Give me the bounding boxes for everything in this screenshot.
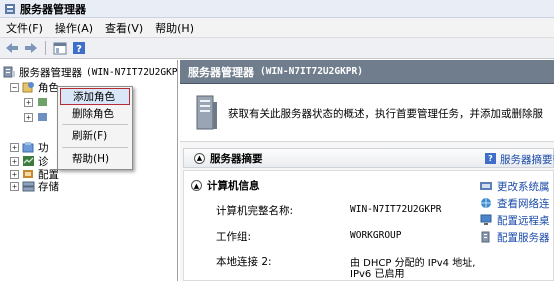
role-node-icon bbox=[36, 96, 49, 108]
field-label: 工作组: bbox=[216, 231, 252, 243]
tree-item-storage[interactable]: + 存储 bbox=[10, 179, 59, 193]
banner-description: 获取有关此服务器状态的概述，执行首要管理任务，并添加或删除服 bbox=[228, 108, 543, 120]
help-icon[interactable]: ? bbox=[71, 40, 87, 56]
field-label: 计算机完整名称: bbox=[216, 205, 294, 217]
context-menu-divider bbox=[62, 147, 128, 148]
roles-icon bbox=[22, 81, 35, 93]
field-value-line2: IPv6 已启用 bbox=[350, 269, 405, 280]
content-header-title: 服务器管理器 bbox=[188, 65, 254, 79]
toolbar-divider bbox=[45, 41, 46, 55]
tree-root-host: (WIN-N7IT72U2GKP bbox=[86, 66, 178, 78]
context-menu-help[interactable]: 帮助(H) bbox=[60, 150, 130, 167]
tree-item-storage-label: 存储 bbox=[38, 180, 59, 193]
expand-toggle[interactable]: + bbox=[10, 181, 19, 191]
overview-banner: 获取有关此服务器状态的概述，执行首要管理任务，并添加或删除服 bbox=[180, 85, 554, 142]
action-configure-remote-desktop[interactable]: 配置远程桌 bbox=[480, 213, 550, 227]
remote-desktop-icon bbox=[480, 214, 492, 226]
server-summary-title: 服务器摘要 bbox=[210, 152, 263, 165]
configure-server-icon bbox=[480, 231, 492, 243]
storage-icon bbox=[22, 180, 35, 192]
computer-info-header[interactable]: ▲ 计算机信息 bbox=[191, 178, 260, 193]
action-configure-server-manager[interactable]: 配置服务器 bbox=[480, 230, 550, 244]
computer-info-panel: ▲ 计算机信息 计算机完整名称: WIN-N7IT72U2GKPR 工作组: W… bbox=[183, 170, 554, 281]
menu-view[interactable]: 查看(V) bbox=[105, 20, 143, 36]
content-body: ▲ 服务器摘要 ? 服务器摘要帮 ▲ 计算机信息 计算机完整名称: WIN-N7… bbox=[180, 142, 554, 281]
action-label: 查看网络连 bbox=[497, 197, 550, 210]
context-menu-divider bbox=[62, 124, 128, 125]
context-menu-add-roles[interactable]: 添加角色 bbox=[60, 88, 130, 105]
collapse-toggle[interactable]: − bbox=[10, 82, 19, 92]
server-manager-app-icon bbox=[4, 3, 16, 15]
tree-item-roles-label: 角色 bbox=[38, 81, 59, 94]
svg-text:?: ? bbox=[76, 44, 82, 55]
diagnostics-icon bbox=[22, 155, 35, 167]
forward-arrow-icon[interactable] bbox=[23, 40, 39, 56]
expand-toggle[interactable]: + bbox=[10, 169, 19, 179]
menu-help[interactable]: 帮助(H) bbox=[155, 20, 194, 36]
back-arrow-icon[interactable] bbox=[4, 40, 20, 56]
context-menu-remove-roles[interactable]: 删除角色 bbox=[60, 105, 130, 122]
content-pane: 服务器管理器 (WIN-N7IT72U2GKPR) 获取有关此服务器状态的概述，… bbox=[180, 60, 554, 281]
network-connections-icon bbox=[480, 197, 492, 209]
action-view-network-connections[interactable]: 查看网络连 bbox=[480, 196, 550, 210]
context-menu-refresh[interactable]: 刷新(F) bbox=[60, 127, 130, 144]
action-label: 配置服务器 bbox=[497, 231, 550, 244]
content-header-host: (WIN-N7IT72U2GKPR) bbox=[260, 66, 363, 77]
content-header: 服务器管理器 (WIN-N7IT72U2GKPR) bbox=[180, 60, 554, 84]
field-local-connection: 本地连接 2: 由 DHCP 分配的 IPv4 地址, IPv6 已启用 bbox=[216, 254, 475, 280]
help-icon[interactable]: ? bbox=[485, 153, 496, 164]
console-tree-icon[interactable] bbox=[52, 40, 68, 56]
expand-toggle[interactable]: + bbox=[24, 97, 33, 107]
collapse-section-icon[interactable]: ▲ bbox=[191, 180, 202, 191]
tree-root-server-manager[interactable]: 服务器管理器 (WIN-N7IT72U2GKP bbox=[3, 65, 178, 79]
field-label: 本地连接 2: bbox=[216, 256, 272, 268]
field-workgroup: 工作组: WORKGROUP bbox=[216, 229, 401, 244]
window-title: 服务器管理器 bbox=[20, 2, 86, 16]
title-bar: 服务器管理器 bbox=[0, 0, 554, 18]
system-properties-icon bbox=[480, 180, 492, 192]
expand-toggle[interactable]: + bbox=[10, 142, 19, 152]
field-computer-name: 计算机完整名称: WIN-N7IT72U2GKPR bbox=[216, 203, 442, 218]
menu-action[interactable]: 操作(A) bbox=[55, 20, 93, 36]
expand-toggle[interactable]: + bbox=[24, 112, 33, 122]
field-value: WORKGROUP bbox=[350, 230, 402, 241]
server-icon bbox=[3, 66, 16, 78]
action-change-system-properties[interactable]: 更改系统属 bbox=[480, 179, 550, 193]
menu-file[interactable]: 文件(F) bbox=[6, 20, 43, 36]
features-icon bbox=[22, 141, 35, 153]
role-node-icon bbox=[36, 111, 49, 123]
tree-root-label: 服务器管理器 bbox=[19, 66, 82, 79]
action-label: 配置远程桌 bbox=[497, 214, 550, 227]
field-value: WIN-N7IT72U2GKPR bbox=[350, 204, 442, 215]
tree-item-features[interactable]: + 功 bbox=[10, 140, 49, 154]
server-summary-help-link[interactable]: 服务器摘要帮 bbox=[500, 152, 554, 167]
collapse-section-icon[interactable]: ▲ bbox=[194, 152, 205, 164]
tree-item-roles[interactable]: − 角色 bbox=[10, 80, 59, 94]
expand-toggle[interactable]: + bbox=[10, 156, 19, 166]
server-tower-icon bbox=[194, 94, 218, 132]
server-summary-header[interactable]: ▲ 服务器摘要 ? 服务器摘要帮 bbox=[183, 148, 554, 168]
menu-bar: 文件(F) 操作(A) 查看(V) 帮助(H) bbox=[0, 18, 554, 37]
tree-item-features-label: 功 bbox=[38, 141, 49, 154]
tree-subitem-2[interactable]: + bbox=[24, 110, 52, 124]
computer-info-title: 计算机信息 bbox=[207, 180, 260, 192]
action-label: 更改系统属 bbox=[497, 180, 550, 193]
tree-subitem-1[interactable]: + bbox=[24, 95, 52, 109]
context-menu: 添加角色 删除角色 刷新(F) 帮助(H) bbox=[57, 86, 133, 170]
toolbar: ? bbox=[0, 37, 554, 59]
